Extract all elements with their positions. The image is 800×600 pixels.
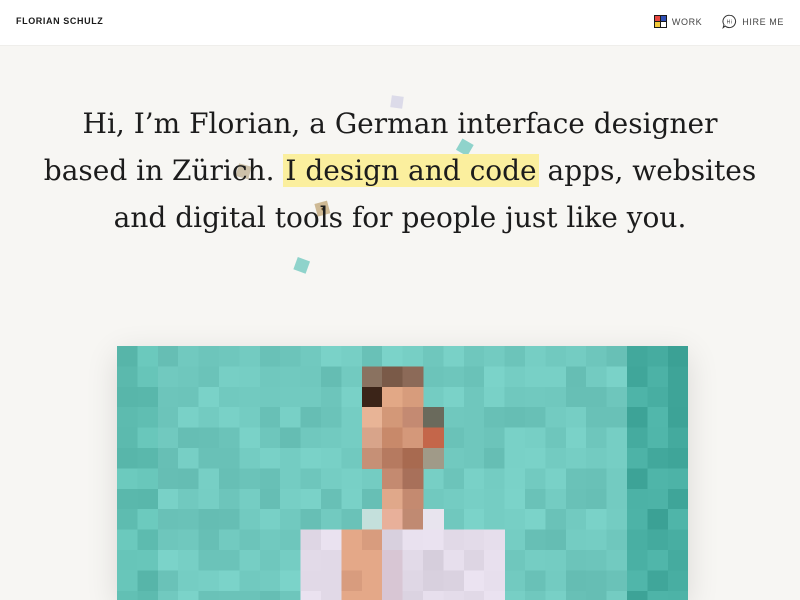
nav-work[interactable]: WORK: [653, 15, 703, 28]
brand-link[interactable]: FLORIAN SCHULZ: [16, 16, 103, 26]
hero-highlight: I design and code: [283, 154, 539, 187]
mondrian-grid-icon: [653, 15, 667, 28]
confetti-square-teal-2: [293, 257, 311, 274]
hero-intro: Hi, I’m Florian, a German interface desi…: [40, 100, 760, 241]
svg-text:Hi: Hi: [727, 19, 733, 25]
nav-work-label: WORK: [671, 16, 703, 27]
main-nav: WORK Hi HIRE ME: [653, 14, 784, 29]
site-header: FLORIAN SCHULZ WORK Hi HIRE ME: [0, 0, 800, 45]
nav-hire-me[interactable]: Hi HIRE ME: [722, 14, 784, 29]
portrait-image: [117, 346, 688, 600]
nav-hire-me-label: HIRE ME: [742, 16, 784, 27]
page: FLORIAN SCHULZ WORK Hi HIRE ME Hi, I’m F…: [0, 0, 800, 600]
hero-text: Hi, I’m Florian, a German interface desi…: [40, 100, 760, 241]
speech-bubble-hi-icon: Hi: [722, 14, 737, 29]
